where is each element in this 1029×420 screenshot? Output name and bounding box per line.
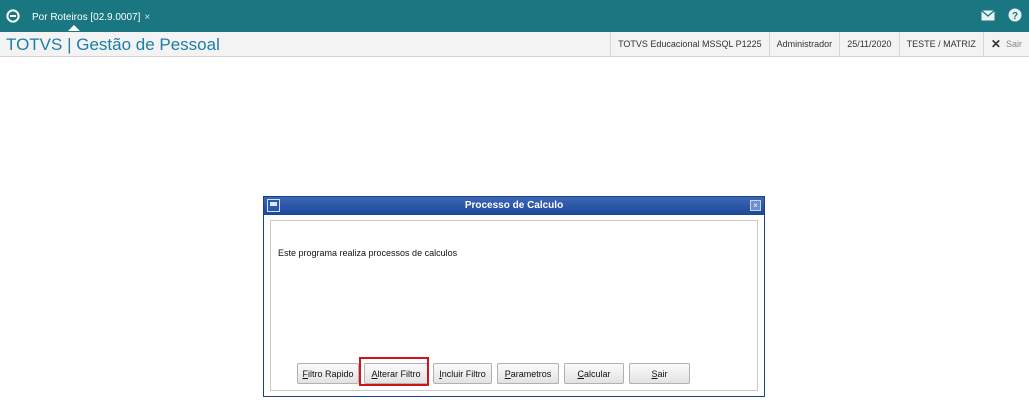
date-label[interactable]: 25/11/2020 — [839, 32, 898, 56]
dialog-close-icon[interactable]: × — [750, 200, 761, 211]
dialog-body: Este programa realiza processos de calcu… — [270, 220, 758, 391]
top-bar: Por Roteiros [02.9.0007] × ? — [0, 0, 1029, 32]
close-icon: ✕ — [990, 37, 1001, 51]
sair-button[interactable]: Sair — [629, 363, 690, 384]
dialog-title-bar[interactable]: Processo de Calculo × — [264, 197, 764, 215]
help-icon[interactable]: ? — [1008, 8, 1022, 22]
mail-icon[interactable] — [981, 10, 995, 21]
calcular-button[interactable]: Calcular — [564, 363, 624, 384]
button-label: Incluir Filtro — [439, 368, 486, 379]
button-label: Filtro Rapido — [302, 368, 354, 379]
dialog-title: Processo de Calculo — [464, 200, 564, 211]
button-label: Calcular — [577, 368, 611, 379]
environment-label[interactable]: TOTVS Educacional MSSQL P1225 — [610, 32, 769, 56]
session-info: TOTVS Educacional MSSQL P1225 Administra… — [610, 32, 1029, 56]
svg-text:?: ? — [1012, 11, 1018, 22]
incluir-filtro-button[interactable]: Incluir Filtro — [433, 363, 492, 384]
highlight-box — [359, 357, 429, 386]
parametros-button[interactable]: Parametros — [497, 363, 559, 384]
user-label[interactable]: Administrador — [768, 32, 840, 56]
dialog-message: Este programa realiza processos de calcu… — [278, 248, 458, 258]
company-label[interactable]: TESTE / MATRIZ — [898, 32, 983, 56]
exit-button[interactable]: ✕ Sair — [982, 32, 1029, 56]
exit-label: Sair — [1005, 39, 1022, 49]
processo-de-calculo-dialog: Processo de Calculo × Este programa real… — [263, 196, 765, 397]
app-header: TOTVS | Gestão de Pessoal TOTVS Educacio… — [0, 32, 1029, 57]
tab-por-roteiros[interactable]: Por Roteiros [02.9.0007] × — [26, 6, 156, 32]
button-label: Sair — [651, 368, 668, 379]
filtro-rapido-button[interactable]: Filtro Rapido — [297, 363, 359, 384]
tab-label: Por Roteiros [02.9.0007] — [32, 12, 141, 23]
tab-close-icon[interactable]: × — [144, 12, 150, 23]
totvs-logo-icon[interactable] — [6, 9, 20, 23]
button-label: Parametros — [504, 368, 552, 379]
active-tab-caret-icon — [68, 25, 80, 31]
app-title: TOTVS | Gestão de Pessoal — [6, 35, 220, 54]
